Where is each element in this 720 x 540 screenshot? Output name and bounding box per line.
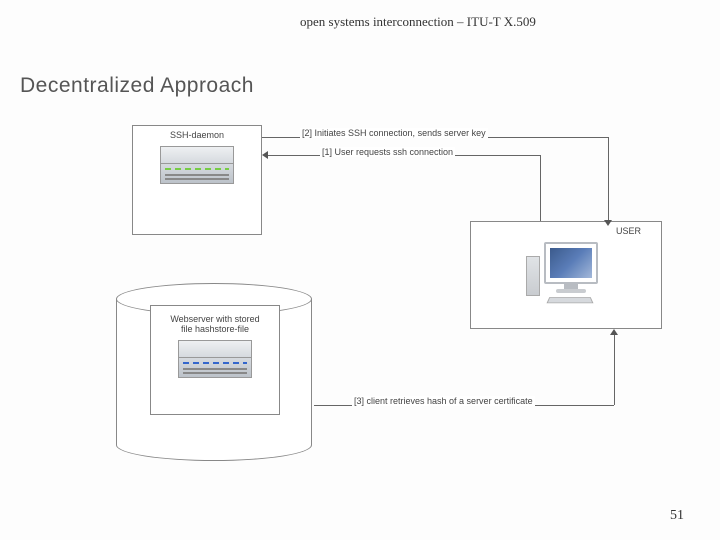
- diagram-canvas: SSH-daemon Webserver with stored file ha…: [120, 125, 670, 465]
- webserver-box: Webserver with stored file hashstore-fil…: [150, 305, 280, 415]
- webserver-label-1: Webserver with stored: [151, 314, 279, 324]
- slide-header: open systems interconnection – ITU-T X.5…: [300, 14, 536, 30]
- server-icon: [178, 340, 252, 380]
- arrow3-label: [3] client retrieves hash of a server ce…: [352, 396, 535, 406]
- slide-title: Decentralized Approach: [20, 74, 254, 98]
- user-label: USER: [471, 226, 661, 236]
- page-number: 51: [670, 508, 684, 524]
- arrow-line: [608, 137, 609, 221]
- computer-icon: [526, 242, 606, 306]
- user-box: USER: [470, 221, 662, 329]
- arrow-left-icon: [262, 151, 268, 159]
- arrow-line: [540, 155, 541, 221]
- webserver-label-2: file hashstore-file: [151, 324, 279, 334]
- arrow2-label: [2] Initiates SSH connection, sends serv…: [300, 128, 488, 138]
- server-icon: [160, 146, 234, 186]
- arrow-line: [614, 335, 615, 405]
- arrow-down-icon: [604, 220, 612, 226]
- arrow1-label: [1] User requests ssh connection: [320, 147, 455, 157]
- arrow-up-icon: [610, 329, 618, 335]
- ssh-daemon-label: SSH-daemon: [133, 130, 261, 140]
- ssh-daemon-box: SSH-daemon: [132, 125, 262, 235]
